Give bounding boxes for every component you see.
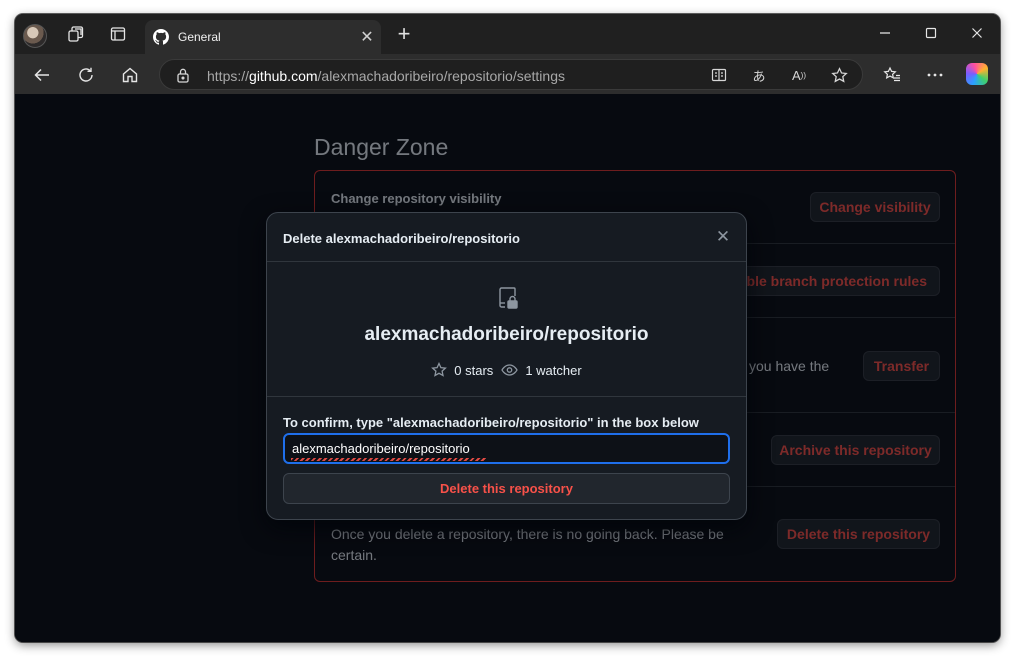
repo-stats: 0 stars 1 watcher xyxy=(267,362,746,378)
stars-count: 0 stars xyxy=(454,362,494,378)
tab-strip: General ✕ + xyxy=(15,14,1000,54)
url-path: /alexmachadoribeiro/repositorio/settings xyxy=(317,68,565,84)
lock-icon[interactable] xyxy=(172,64,194,86)
divider xyxy=(267,396,746,397)
copilot-icon[interactable] xyxy=(966,63,988,85)
dialog-title: Delete alexmachadoribeiro/repositorio xyxy=(283,231,520,246)
dialog-close-icon[interactable]: ✕ xyxy=(713,227,733,247)
tab-actions-icon[interactable] xyxy=(105,21,131,47)
reading-view-icon[interactable] xyxy=(708,64,730,86)
confirm-label: To confirm, type "alexmachadoribeiro/rep… xyxy=(283,415,699,430)
minimize-icon[interactable] xyxy=(870,22,900,44)
workspaces-icon[interactable] xyxy=(63,21,89,47)
url-scheme: https:// xyxy=(207,68,250,84)
profile-avatar[interactable] xyxy=(23,24,47,48)
repo-name: alexmachadoribeiro/repositorio xyxy=(364,324,649,345)
star-icon xyxy=(431,362,448,377)
refresh-icon[interactable] xyxy=(73,62,99,88)
stars-stat: 0 stars xyxy=(431,362,493,378)
browser-toolbar: https://github.com/alexmachadoribeiro/re… xyxy=(15,54,1000,94)
read-aloud-icon[interactable]: A)) xyxy=(788,64,810,86)
address-bar[interactable]: https://github.com/alexmachadoribeiro/re… xyxy=(159,59,863,90)
page-content: Danger Zone Change repository visibility… xyxy=(15,94,1000,642)
github-icon xyxy=(153,29,169,45)
eye-icon xyxy=(501,364,519,376)
favorites-icon[interactable] xyxy=(879,62,905,88)
url-text[interactable]: https://github.com/alexmachadoribeiro/re… xyxy=(207,68,565,84)
translate-icon[interactable]: あ xyxy=(748,64,770,86)
watchers-count: 1 watcher xyxy=(525,362,582,378)
new-tab-icon[interactable]: + xyxy=(393,23,415,45)
divider xyxy=(267,261,746,262)
favorite-star-icon[interactable] xyxy=(828,64,850,86)
tab-close-icon[interactable]: ✕ xyxy=(357,28,377,48)
maximize-icon[interactable] xyxy=(916,22,946,44)
back-icon[interactable] xyxy=(29,62,55,88)
home-icon[interactable] xyxy=(117,62,143,88)
confirm-delete-button[interactable]: Delete this repository xyxy=(283,473,730,504)
close-icon[interactable] xyxy=(962,22,992,44)
tab-title: General xyxy=(178,30,221,44)
watchers-stat: 1 watcher xyxy=(501,362,582,378)
more-icon[interactable] xyxy=(922,62,948,88)
delete-repository-dialog: Delete alexmachadoribeiro/repositorio ✕ … xyxy=(266,212,747,520)
url-domain: github.com xyxy=(249,68,318,84)
tab-general[interactable]: General ✕ xyxy=(145,20,381,54)
browser-window: General ✕ + https://github.com/alexmacha… xyxy=(15,14,1000,642)
repo-locked-icon xyxy=(496,286,520,310)
spellcheck-underline xyxy=(291,458,486,461)
